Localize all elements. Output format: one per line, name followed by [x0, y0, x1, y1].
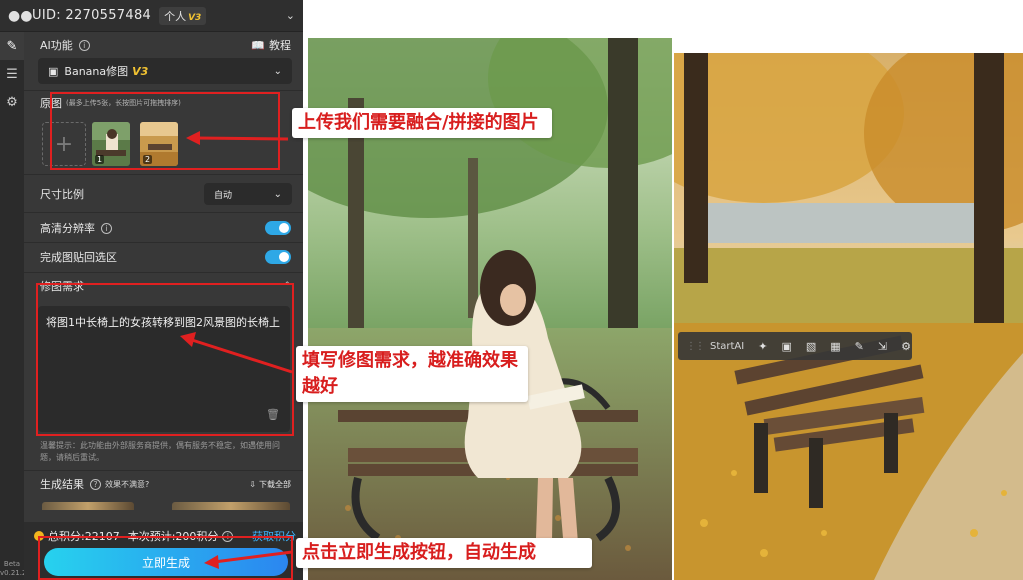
fill-callout: 填写修图需求，越准确效果越好 — [296, 346, 528, 402]
requirement-highlight — [36, 283, 294, 436]
divider — [24, 90, 303, 91]
chevron-down-icon: ⌄ — [273, 188, 282, 200]
result-thumb[interactable] — [42, 502, 134, 510]
mode-select[interactable]: ▣ Banana修图 V3 ⌄ — [38, 58, 292, 84]
plan-label: 个人 — [164, 9, 187, 23]
uid-label: UID: 2270557484 — [32, 8, 152, 23]
pencil-icon[interactable]: ✎ — [0, 32, 24, 60]
download-all-label: 下载全部 — [259, 479, 291, 489]
source-image-2 — [674, 53, 1023, 580]
chevron-down-icon[interactable]: ⌄ — [286, 9, 295, 22]
divider — [24, 272, 303, 273]
info-icon[interactable]: ? — [90, 478, 101, 490]
ratio-label: 尺寸比例 — [40, 188, 84, 201]
app-root: ●● UID: 2270557484 个人 V3 ⌄ ✎ ☰ ⚙ Beta v0.2… — [0, 0, 1023, 580]
tool-strip: ✎ ☰ ⚙ Beta v0.21.2 — [0, 32, 27, 580]
click-callout: 点击立即生成按钮，自动生成 — [296, 538, 592, 568]
plan-level: V3 — [188, 12, 202, 23]
results-row: 生成结果 ? 效果不满意? ⇩ 下载全部 — [24, 474, 303, 494]
ratio-value: 自动 — [214, 190, 233, 201]
crop-icon[interactable]: ▦ — [830, 340, 840, 353]
tutorial-label: 教程 — [269, 39, 291, 52]
ai-function-row: AI功能 i 📖 教程 — [24, 34, 303, 56]
drag-handle-icon[interactable]: ⋮⋮ — [686, 341, 705, 352]
resize-icon[interactable]: ⇲ — [878, 340, 887, 353]
generate-highlight — [38, 536, 293, 580]
divider — [24, 470, 303, 471]
tutorial-link[interactable]: 📖 教程 — [251, 37, 291, 53]
result-thumb[interactable] — [172, 502, 290, 510]
download-all-button[interactable]: ⇩ 下载全部 — [249, 479, 291, 490]
version-label: Beta v0.21.2 — [0, 560, 27, 577]
upload-callout: 上传我们需要融合/拼接的图片 — [292, 108, 552, 138]
ai-function-label: AI功能 — [40, 39, 73, 52]
texture-icon[interactable]: ▧ — [806, 340, 816, 353]
plan-badge: 个人 V3 — [159, 6, 207, 25]
gear-icon[interactable]: ⚙ — [0, 88, 24, 116]
startai-brand: StartAI — [710, 340, 745, 352]
info-icon[interactable]: i — [101, 222, 112, 234]
layers-icon[interactable]: ☰ — [0, 60, 24, 88]
download-icon: ⇩ — [249, 479, 256, 489]
magic-wand-icon[interactable]: ✦ — [758, 340, 767, 353]
account-header[interactable]: ●● UID: 2270557484 个人 V3 ⌄ — [0, 0, 303, 32]
paste-back-toggle[interactable] — [265, 250, 291, 264]
hires-toggle[interactable] — [265, 221, 291, 235]
divider — [24, 212, 303, 213]
upload-highlight — [50, 92, 280, 170]
paste-back-row: 完成图贴回选区 — [24, 244, 303, 270]
results-label: 生成结果 — [40, 478, 84, 491]
tip-text: 温馨提示：此功能由外部服务商提供，偶有服务不稳定，如遇使用问题，请稍后重试。 — [40, 441, 280, 462]
chevron-down-icon: ⌄ — [273, 65, 282, 77]
image-icon: ▣ — [48, 64, 59, 78]
divider — [24, 242, 303, 243]
unsatisfied-link[interactable]: 效果不满意? — [105, 479, 149, 490]
divider — [24, 174, 303, 175]
hires-row: 高清分辨率 i — [24, 214, 303, 242]
paste-back-label: 完成图贴回选区 — [40, 251, 117, 264]
image-edit-icon[interactable]: ▣ — [781, 340, 791, 353]
settings-icon[interactable]: ⚙ — [901, 340, 911, 353]
mode-select-label: Banana修图 — [64, 65, 129, 78]
autumn-bench-photo — [674, 53, 1023, 580]
mode-level: V3 — [132, 64, 149, 78]
users-icon: ●● — [8, 7, 33, 24]
floating-toolbar: ⋮⋮ StartAI ✦ ▣ ▧ ▦ ✎ ⇲ ⚙ — [678, 332, 912, 360]
info-icon[interactable]: i — [78, 39, 90, 51]
book-icon: 📖 — [251, 38, 265, 52]
ratio-select[interactable]: 自动 ⌄ — [204, 183, 292, 205]
brush-icon[interactable]: ✎ — [855, 340, 864, 353]
hires-label: 高清分辨率 — [40, 222, 95, 235]
